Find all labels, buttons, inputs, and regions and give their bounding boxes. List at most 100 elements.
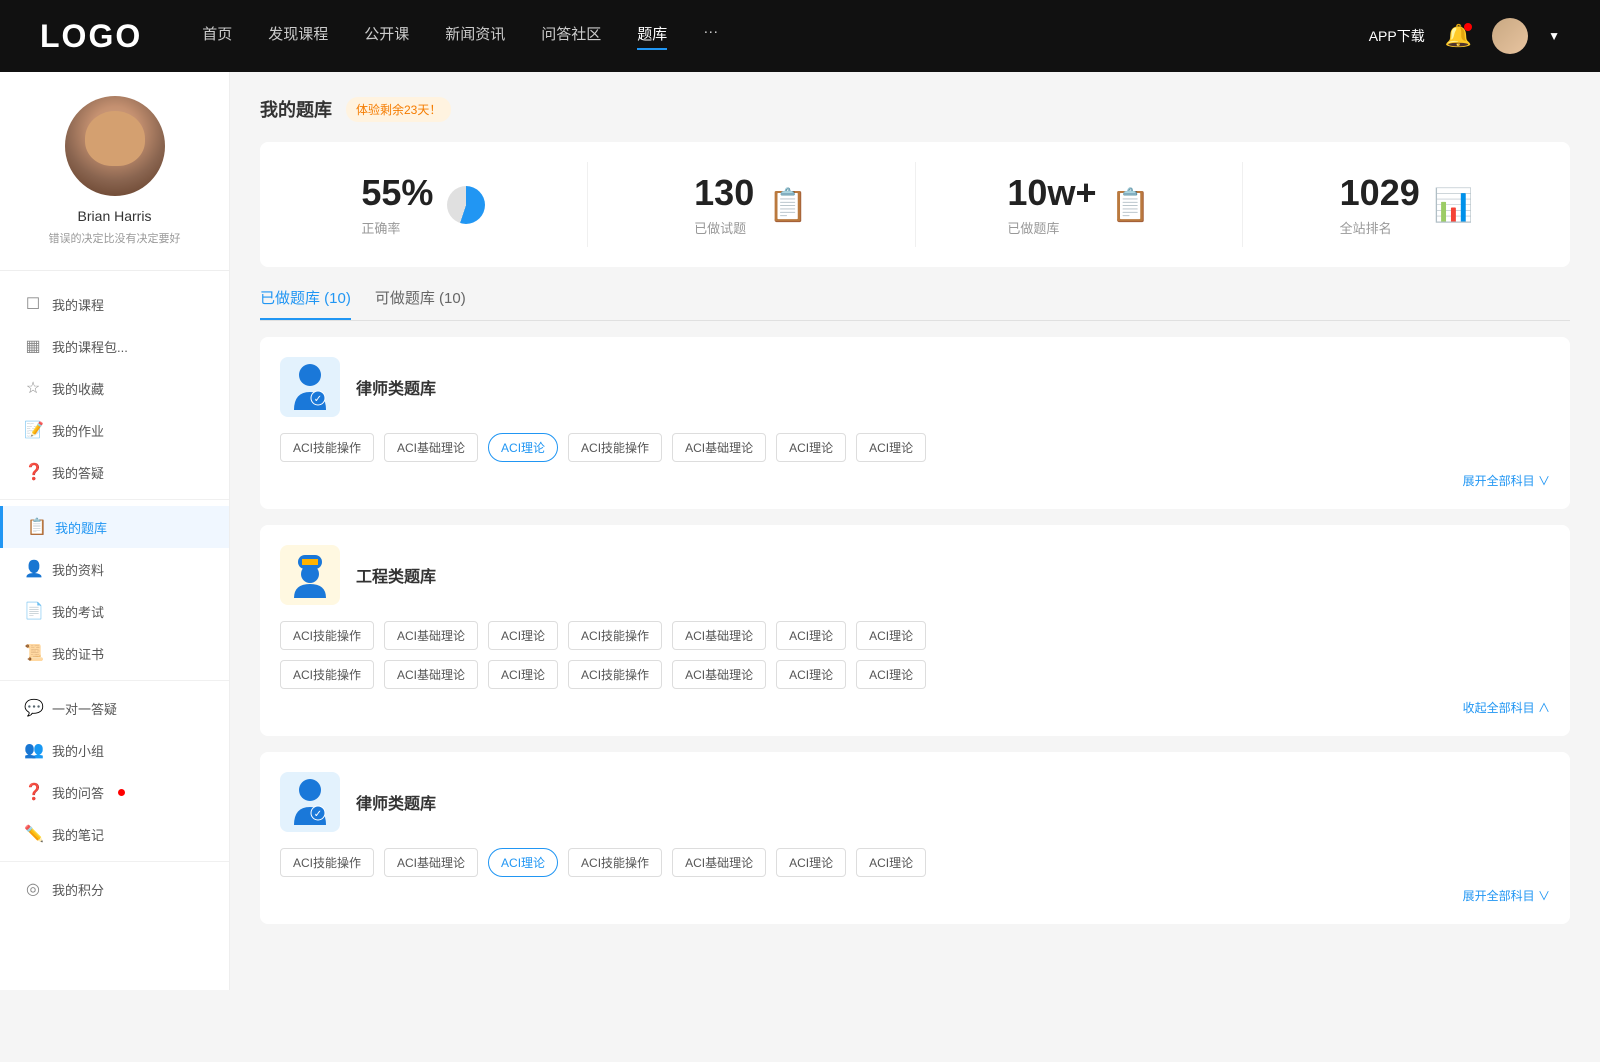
trial-badge: 体验剩余23天！: [346, 97, 451, 122]
eng-tag-10[interactable]: ACI技能操作: [568, 660, 662, 689]
avatar[interactable]: [1492, 18, 1528, 54]
eng-tag-3[interactable]: ACI技能操作: [568, 621, 662, 650]
l2-tag-4[interactable]: ACI基础理论: [672, 848, 766, 877]
notification-bell[interactable]: 🔔: [1445, 23, 1472, 49]
main-nav: 首页 发现课程 公开课 新闻资讯 问答社区 题库 ···: [202, 23, 1368, 50]
qbank-engineer-tags-row1: ACI技能操作 ACI基础理论 ACI理论 ACI技能操作 ACI基础理论 AC…: [280, 621, 1550, 650]
qbank-card-lawyer-1: ✓ 律师类题库 ACI技能操作 ACI基础理论 ACI理论 ACI技能操作 AC…: [260, 337, 1570, 509]
lawyer-svg: ✓: [288, 362, 332, 412]
l2-tag-3[interactable]: ACI技能操作: [568, 848, 662, 877]
expand-link-3[interactable]: 展开全部科目 ∨: [280, 887, 1550, 904]
profile-avatar: [65, 96, 165, 196]
sidebar-item-profile[interactable]: 👤 我的资料: [0, 548, 229, 590]
eng-tag-4[interactable]: ACI基础理论: [672, 621, 766, 650]
nav-discover[interactable]: 发现课程: [268, 23, 328, 50]
tab-available-banks[interactable]: 可做题库 (10): [375, 287, 466, 320]
l2-tag-6[interactable]: ACI理论: [856, 848, 926, 877]
page-title: 我的题库: [260, 96, 332, 122]
qbank-card-lawyer-2: ✓ 律师类题库 ACI技能操作 ACI基础理论 ACI理论 ACI技能操作 AC…: [260, 752, 1570, 924]
eng-tag-2[interactable]: ACI理论: [488, 621, 558, 650]
eng-tag-11[interactable]: ACI基础理论: [672, 660, 766, 689]
tag-2[interactable]: ACI理论: [488, 433, 558, 462]
collapse-link[interactable]: 收起全部科目 ∧: [280, 699, 1550, 716]
navbar-right: APP下载 🔔 ▼: [1369, 18, 1560, 54]
qbank-engineer-tags-row2: ACI技能操作 ACI基础理论 ACI理论 ACI技能操作 ACI基础理论 AC…: [280, 660, 1550, 689]
eng-tag-0[interactable]: ACI技能操作: [280, 621, 374, 650]
accuracy-pie-chart: [447, 186, 485, 224]
eng-tag-13[interactable]: ACI理论: [856, 660, 926, 689]
eng-tag-12[interactable]: ACI理论: [776, 660, 846, 689]
page-header: 我的题库 体验剩余23天！: [260, 96, 1570, 122]
qbank-lawyer-1-tags: ACI技能操作 ACI基础理论 ACI理论 ACI技能操作 ACI基础理论 AC…: [280, 433, 1550, 462]
l2-tag-1[interactable]: ACI基础理论: [384, 848, 478, 877]
sidebar-item-group[interactable]: 👥 我的小组: [0, 729, 229, 771]
sidebar: Brian Harris 错误的决定比没有决定要好 ☐ 我的课程 ▦ 我的课程包…: [0, 72, 230, 990]
nav-more[interactable]: ···: [703, 23, 718, 50]
lawyer2-svg: ✓: [288, 777, 332, 827]
tag-4[interactable]: ACI基础理论: [672, 433, 766, 462]
app-download-button[interactable]: APP下载: [1369, 26, 1425, 46]
engineer-svg: [288, 550, 332, 600]
profile-name: Brian Harris: [78, 208, 152, 224]
qbank-engineer-icon: [280, 545, 340, 605]
main-content: 我的题库 体验剩余23天！ 55% 正确率 130 已做试题 📋: [230, 72, 1600, 990]
divider-2: [0, 680, 229, 681]
eng-tag-5[interactable]: ACI理论: [776, 621, 846, 650]
eng-tag-7[interactable]: ACI技能操作: [280, 660, 374, 689]
nav-open-course[interactable]: 公开课: [364, 23, 409, 50]
sidebar-item-my-course[interactable]: ☐ 我的课程: [0, 283, 229, 325]
qbank-engineer-name: 工程类题库: [356, 563, 436, 587]
sidebar-item-certificate[interactable]: 📜 我的证书: [0, 632, 229, 674]
sidebar-profile: Brian Harris 错误的决定比没有决定要好: [0, 96, 229, 271]
sidebar-item-question-bank[interactable]: 📋 我的题库: [0, 506, 229, 548]
stat-ranking-label: 全站排名: [1340, 218, 1420, 237]
tag-0[interactable]: ACI技能操作: [280, 433, 374, 462]
svg-text:✓: ✓: [314, 809, 322, 820]
sidebar-item-exam[interactable]: 📄 我的考试: [0, 590, 229, 632]
stat-accuracy-value: 55%: [361, 172, 433, 214]
eng-tag-9[interactable]: ACI理论: [488, 660, 558, 689]
eng-tag-8[interactable]: ACI基础理论: [384, 660, 478, 689]
sidebar-item-my-qa[interactable]: ❓ 我的答疑: [0, 451, 229, 493]
ranking-icon: 📊: [1434, 186, 1474, 224]
nav-news[interactable]: 新闻资讯: [445, 23, 505, 50]
sidebar-item-points[interactable]: ◎ 我的积分: [0, 868, 229, 910]
sidebar-item-favorites[interactable]: ☆ 我的收藏: [0, 367, 229, 409]
qa-icon: ❓: [24, 462, 42, 482]
tag-1[interactable]: ACI基础理论: [384, 433, 478, 462]
l2-tag-2[interactable]: ACI理论: [488, 848, 558, 877]
sidebar-item-notes[interactable]: ✏️ 我的笔记: [0, 813, 229, 855]
stat-ranking: 1029 全站排名 📊: [1243, 162, 1570, 247]
course-icon: ☐: [24, 294, 42, 314]
notes-icon: ✏️: [24, 824, 42, 844]
chat-icon: 💬: [24, 698, 42, 718]
tag-6[interactable]: ACI理论: [856, 433, 926, 462]
expand-link-1[interactable]: 展开全部科目 ∨: [280, 472, 1550, 489]
stat-accuracy: 55% 正确率: [260, 162, 588, 247]
homework-icon: 📝: [24, 420, 42, 440]
sidebar-item-course-package[interactable]: ▦ 我的课程包...: [0, 325, 229, 367]
eng-tag-1[interactable]: ACI基础理论: [384, 621, 478, 650]
tabs: 已做题库 (10) 可做题库 (10): [260, 287, 1570, 321]
logo: LOGO: [40, 18, 142, 55]
l2-tag-0[interactable]: ACI技能操作: [280, 848, 374, 877]
l2-tag-5[interactable]: ACI理论: [776, 848, 846, 877]
chevron-down-icon[interactable]: ▼: [1548, 29, 1560, 43]
tab-done-banks[interactable]: 已做题库 (10): [260, 287, 351, 320]
avatar-image: [65, 96, 165, 196]
tag-5[interactable]: ACI理论: [776, 433, 846, 462]
nav-home[interactable]: 首页: [202, 23, 232, 50]
notification-dot: [1464, 23, 1472, 31]
tag-3[interactable]: ACI技能操作: [568, 433, 662, 462]
star-icon: ☆: [24, 378, 42, 398]
eng-tag-6[interactable]: ACI理论: [856, 621, 926, 650]
certificate-icon: 📜: [24, 643, 42, 663]
stat-done-banks: 10w+ 已做题库 📋: [916, 162, 1244, 247]
sidebar-item-questions[interactable]: ❓ 我的问答: [0, 771, 229, 813]
sidebar-item-one-to-one[interactable]: 💬 一对一答疑: [0, 687, 229, 729]
stat-done-questions-value: 130: [694, 172, 754, 214]
sidebar-item-homework[interactable]: 📝 我的作业: [0, 409, 229, 451]
nav-question-bank[interactable]: 题库: [637, 23, 667, 50]
exam-icon: 📄: [24, 601, 42, 621]
nav-qa[interactable]: 问答社区: [541, 23, 601, 50]
